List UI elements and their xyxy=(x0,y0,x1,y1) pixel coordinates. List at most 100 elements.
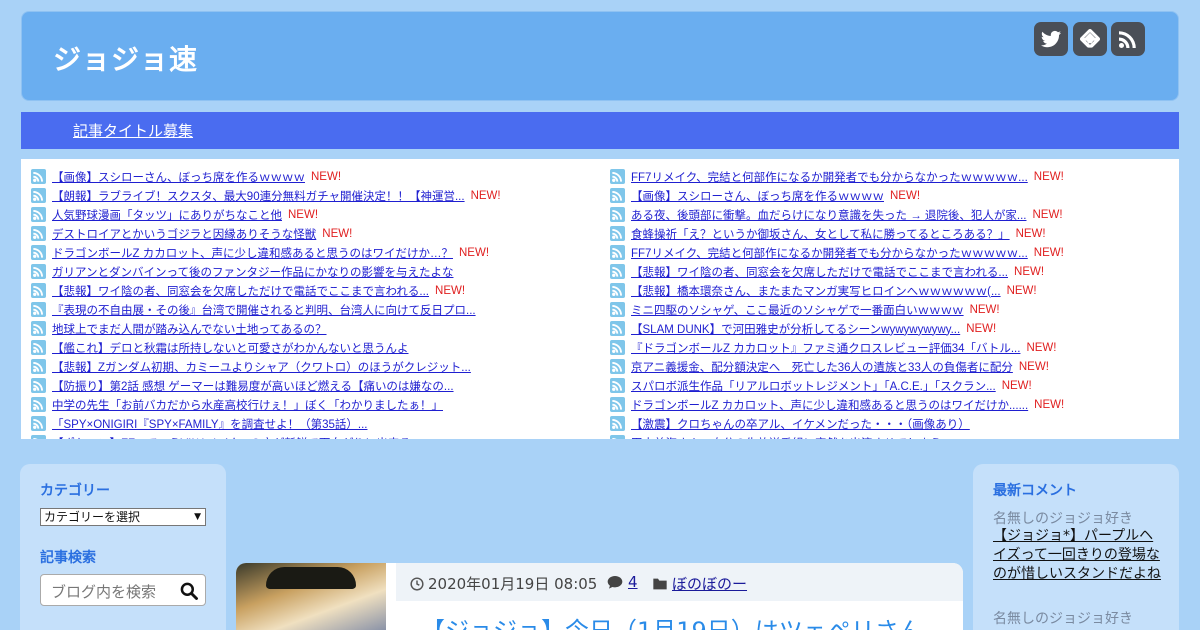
feed-item-link[interactable]: 【激震】クロちゃんの卒アル、イケメンだった・・・（画像あり） xyxy=(631,416,970,432)
rss-feed-icon xyxy=(610,188,625,203)
rss-feed-icon xyxy=(610,169,625,184)
feed-item-link[interactable]: 「SPY×ONIGIRI『SPY×FAMILY』を調査せよ！（第35話）... xyxy=(52,416,367,432)
feed-item-link[interactable]: 【画像】スシローさん、ぼっち席を作るｗｗｗｗ xyxy=(631,188,884,204)
feed-list-item: 京アニ義援金、配分額決定へ 死亡した36人の遺族と33人の負傷者に配分 NEW! xyxy=(610,357,1175,376)
feed-item-link[interactable]: 田中美海さん、自分の生放送番組に突然を出演させてしまう xyxy=(631,435,942,440)
rss-feed-icon xyxy=(610,359,625,374)
feed-item-link[interactable]: 【朗報】ラブライブ！スクスタ、最大90連分無料ガチャ開催決定！！【神運営... xyxy=(52,188,465,204)
feed-item-link[interactable]: 【悲報】Zガンダム初期、カミーユよりシャア（クワトロ）のほうがクレジット... xyxy=(52,359,471,375)
feed-item-link[interactable]: 『表現の不自由展・その後』台湾で開催されると判明、台湾人に向けて反日プロ... xyxy=(52,302,476,318)
rss-feed-icon xyxy=(610,397,625,412)
rss-feed-icon xyxy=(610,302,625,317)
feed-list-item: 【SLAM DUNK】で河田雅史が分析してるシーンwywywywywy... NE… xyxy=(610,319,1175,338)
feed-item-link[interactable]: デストロイアとかいうゴジラと因縁ありそうな怪獣 xyxy=(52,226,316,242)
feed-item-link[interactable]: 【悲報】ワイ陰の者、同窓会を欠席しただけで電話でここまで言われる... xyxy=(52,283,429,299)
feed-item-link[interactable]: ドラゴンボールZ カカロット、声に少し違和感あると思うのはワイだけか...... xyxy=(631,397,1028,413)
feed-item-link[interactable]: 【悲報】ワイ陰の者、同窓会を欠席しただけで電話でここまで言われる... xyxy=(631,264,1008,280)
search-widget-title: 記事検索 xyxy=(40,550,96,566)
search-input[interactable]: ブログ内を検索 xyxy=(40,574,206,606)
rss-icon[interactable] xyxy=(1111,22,1145,56)
post-thumbnail[interactable] xyxy=(236,563,386,630)
nav-link-article-request[interactable]: 記事タイトル募集 xyxy=(73,120,193,141)
new-badge: NEW! xyxy=(1032,208,1063,221)
comment-post-link[interactable]: 【ジョジョ*】パープルヘイズって一回きりの登場なのが惜しいスタンドだよね xyxy=(993,527,1163,584)
feed-list-item: ドラゴンボールZ カカロット、声に少し違和感あると思うのはワイだけか…？ NEW! xyxy=(31,243,601,262)
feed-list-item: スパロボ派生作品「リアルロボットレジメント」「A.C.E.」「スクラン... NE… xyxy=(610,376,1175,395)
feed-item-link[interactable]: 【SLAM DUNK】で河田雅史が分析してるシーンwywywywywy... xyxy=(631,321,960,337)
new-badge: NEW! xyxy=(1018,360,1049,373)
recent-comments-title: 最新コメント xyxy=(993,483,1077,499)
feed-item-link[interactable]: ガリアンとダンバインって後のファンタジー作品にかなりの影響を与えたよな xyxy=(52,264,453,280)
post-date: 2020年01月19日 08:05 xyxy=(410,573,597,594)
feed-item-link[interactable]: スパロボ派生作品「リアルロボットレジメント」「A.C.E.」「スクラン... xyxy=(631,378,996,394)
rss-feed-icon xyxy=(610,226,625,241)
comment-author: 名無しのジョジョ好き xyxy=(993,511,1133,527)
feed-item-link[interactable]: 地球上でまだ人間が踏み込んでない土地ってあるの？ xyxy=(52,321,327,337)
chevron-down-icon: ▼ xyxy=(194,512,201,522)
feed-list-item: ある夜、後頭部に衝撃。血だらけになり意識を失った → 退院後、犯人が家... NE… xyxy=(610,205,1175,224)
new-badge: NEW! xyxy=(1006,284,1037,297)
feed-item-link[interactable]: 京アニ義援金、配分額決定へ 死亡した36人の遺族と33人の負傷者に配分 xyxy=(631,359,1013,375)
feed-list-item: 食蜂操祈「え？というか御坂さん、女として私に勝ってるところある？」 NEW! xyxy=(610,224,1175,243)
feed-item-link[interactable]: ドラゴンボールZ カカロット、声に少し違和感あると思うのはワイだけか…？ xyxy=(52,245,453,261)
site-title[interactable]: ジョジョ速 xyxy=(53,38,198,78)
feed-list-item: 【悲報】橋本環奈さん、またまたマンガ実写ヒロインへｗｗｗｗｗｗ(... NEW! xyxy=(610,281,1175,300)
feed-item-link[interactable]: FF7リメイク、完結と何部作になるか開発者でも分からなかったｗｗｗｗｗ... xyxy=(631,245,1028,261)
post-title[interactable]: 【ジョジョ】今日（1月19日）はツェペリさん xyxy=(421,611,923,630)
feed-list-item: 【画像】スシローさん、ぼっち席を作るｗｗｗｗ NEW! xyxy=(31,167,601,186)
post-comments: 4 xyxy=(607,573,638,591)
feed-list-item: 『ドラゴンボールZ カカロット』ファミ通クロスレビュー評価34「バトル... NE… xyxy=(610,338,1175,357)
feed-item-link[interactable]: 『ドラゴンボールZ カカロット』ファミ通クロスレビュー評価34「バトル... xyxy=(631,340,1020,356)
feed-list-item: 【ポケモン】FFっていうVIIリメイク...の方が新鮮で面白がりに出来る... xyxy=(31,433,601,439)
feed-item-link[interactable]: FF7リメイク、完結と何部作になるか開発者でも分からなかったｗｗｗｗｗ... xyxy=(631,169,1028,185)
thumbnail-hat-shape xyxy=(266,567,356,589)
feed-item-link[interactable]: 【艦これ】デロと秋霜は所持しないと可愛さがわかんないと思うんよ xyxy=(52,340,409,356)
post-card: 2020年01月19日 08:05 4 ぼのぼのー 【ジョジョ】今日（1月19日… xyxy=(236,563,963,630)
rss-feed-icon xyxy=(610,416,625,431)
sidebar-right: 最新コメント 名無しのジョジョ好き 【ジョジョ*】パープルヘイズって一回きりの登… xyxy=(973,464,1179,630)
feed-item-link[interactable]: 食蜂操祈「え？というか御坂さん、女として私に勝ってるところある？」 xyxy=(631,226,1010,242)
feed-list-item: 中学の先生「お前バカだから水産高校行けぇ！」ぼく「わかりましたぁ！」 xyxy=(31,395,601,414)
category-select-value: カテゴリーを選択 xyxy=(44,510,141,524)
feed-list-item: 人気野球漫画「タッツ」にありがちなこと他 NEW! xyxy=(31,205,601,224)
feed-list-item: 【防振り】第2話 感想 ゲーマーは難易度が高いほど燃える【痛いのは嫌なの... xyxy=(31,376,601,395)
new-badge: NEW! xyxy=(470,189,501,202)
rss-feed-icon xyxy=(31,359,46,374)
feed-list-item: 【激震】クロちゃんの卒アル、イケメンだった・・・（画像あり） xyxy=(610,414,1175,433)
feed-item-link[interactable]: 【ポケモン】FFっていうVIIリメイク...の方が新鮮で面白がりに出来る... xyxy=(52,435,420,440)
global-nav: 記事タイトル募集 xyxy=(21,112,1179,149)
new-badge: NEW! xyxy=(1034,398,1065,411)
feed-list-item: FF7リメイク、完結と何部作になるか開発者でも分からなかったｗｗｗｗｗ... NE… xyxy=(610,167,1175,186)
new-badge: NEW! xyxy=(1026,341,1057,354)
feed-item-link[interactable]: 【防振り】第2話 感想 ゲーマーは難易度が高いほど燃える【痛いのは嫌なの... xyxy=(52,378,454,394)
feed-column-left: 【画像】スシローさん、ぼっち席を作るｗｗｗｗ NEW! 【朗報】ラブライブ！スクスタ… xyxy=(31,167,601,439)
category-select[interactable]: カテゴリーを選択 ▼ xyxy=(40,508,206,526)
post-comment-count[interactable]: 4 xyxy=(628,573,638,591)
feed-item-link[interactable]: 【画像】スシローさん、ぼっち席を作るｗｗｗｗ xyxy=(52,169,305,185)
feed-item-link[interactable]: ある夜、後頭部に衝撃。血だらけになり意識を失った → 退院後、犯人が家... xyxy=(631,207,1026,223)
new-badge: NEW! xyxy=(1015,227,1046,240)
new-badge: NEW! xyxy=(966,322,997,335)
twitter-icon[interactable] xyxy=(1034,22,1068,56)
feed-item-link[interactable]: ミニ四駆のソシャゲ、ここ最近のソシャゲで一番面白いｗｗｗｗ xyxy=(631,302,964,318)
feed-item-link[interactable]: 【悲報】橋本環奈さん、またまたマンガ実写ヒロインへｗｗｗｗｗｗ(... xyxy=(631,283,1001,299)
feed-item-link[interactable]: 人気野球漫画「タッツ」にありがちなこと他 xyxy=(52,207,282,223)
feed-list-item: ガリアンとダンバインって後のファンタジー作品にかなりの影響を与えたよな xyxy=(31,262,601,281)
post-category: ぼのぼのー xyxy=(652,573,747,594)
rss-feed-icon xyxy=(610,340,625,355)
post-date-text: 2020年01月19日 08:05 xyxy=(428,575,598,593)
rss-feed-icon xyxy=(610,378,625,393)
search-icon[interactable] xyxy=(179,581,199,601)
rss-feed-icon xyxy=(31,378,46,393)
post-meta-bar: 2020年01月19日 08:05 4 ぼのぼのー xyxy=(396,563,963,601)
feed-item-link[interactable]: 中学の先生「お前バカだから水産高校行けぇ！」ぼく「わかりましたぁ！」 xyxy=(52,397,443,413)
post-category-link[interactable]: ぼのぼのー xyxy=(672,573,747,594)
rss-feed-icon xyxy=(610,245,625,260)
new-badge: NEW! xyxy=(969,303,1000,316)
feed-list-item: 【艦これ】デロと秋霜は所持しないと可愛さがわかんないと思うんよ xyxy=(31,338,601,357)
feed-list-item: 【朗報】ラブライブ！スクスタ、最大90連分無料ガチャ開催決定！！【神運営... N… xyxy=(31,186,601,205)
rss-feed-icon xyxy=(610,207,625,222)
new-badge: NEW! xyxy=(311,170,342,183)
new-badge: NEW! xyxy=(322,227,353,240)
feedly-icon[interactable] xyxy=(1073,22,1107,56)
